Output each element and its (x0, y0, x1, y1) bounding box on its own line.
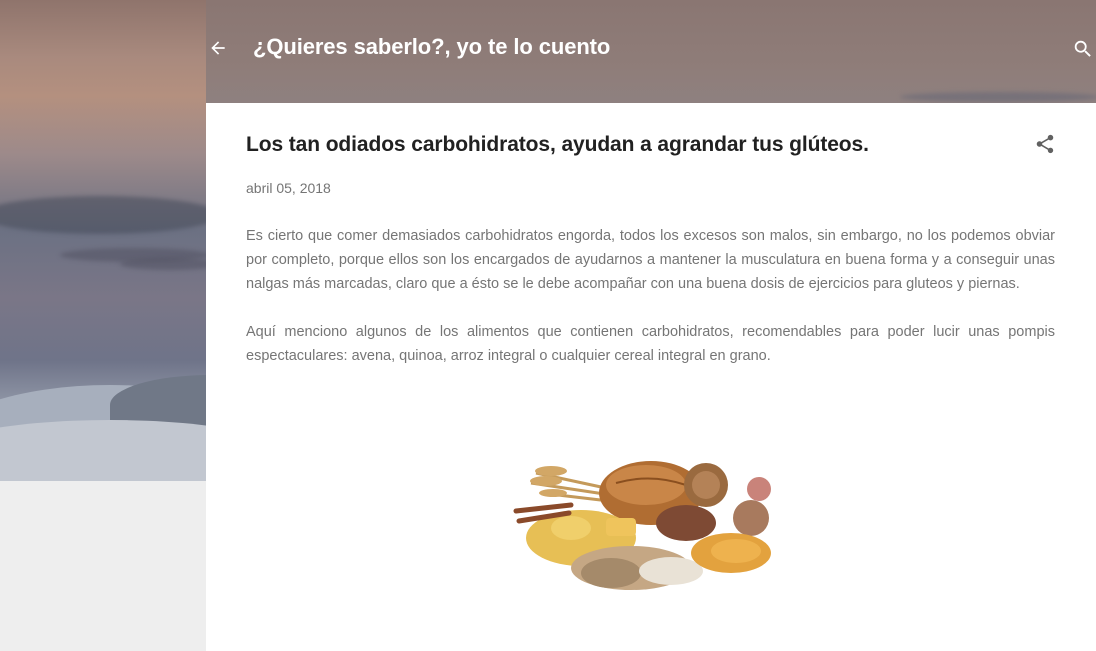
share-button[interactable] (1032, 133, 1058, 159)
post-paragraph: Es cierto que comer demasiados carbohidr… (246, 228, 1055, 292)
share-icon (1034, 133, 1056, 160)
blog-header: ¿Quieres saberlo?, yo te lo cuento (0, 0, 1096, 100)
cloud-shape (120, 258, 220, 270)
search-button[interactable] (1070, 38, 1096, 64)
post-body: Es cierto que comer demasiados carbohidr… (246, 224, 1055, 392)
blog-title[interactable]: ¿Quieres saberlo?, yo te lo cuento (253, 34, 610, 60)
carbohydrate-foods-image[interactable] (511, 443, 791, 603)
back-button[interactable] (204, 36, 232, 64)
search-icon (1072, 38, 1094, 65)
post-paragraph: Aquí menciono algunos de los alimentos q… (246, 324, 1055, 364)
arrow-left-icon (208, 38, 228, 63)
post-date[interactable]: abril 05, 2018 (246, 180, 331, 196)
post-card: Los tan odiados carbohidratos, ayudan a … (206, 103, 1096, 651)
post-title[interactable]: Los tan odiados carbohidratos, ayudan a … (246, 133, 1006, 157)
page-background (0, 481, 206, 651)
